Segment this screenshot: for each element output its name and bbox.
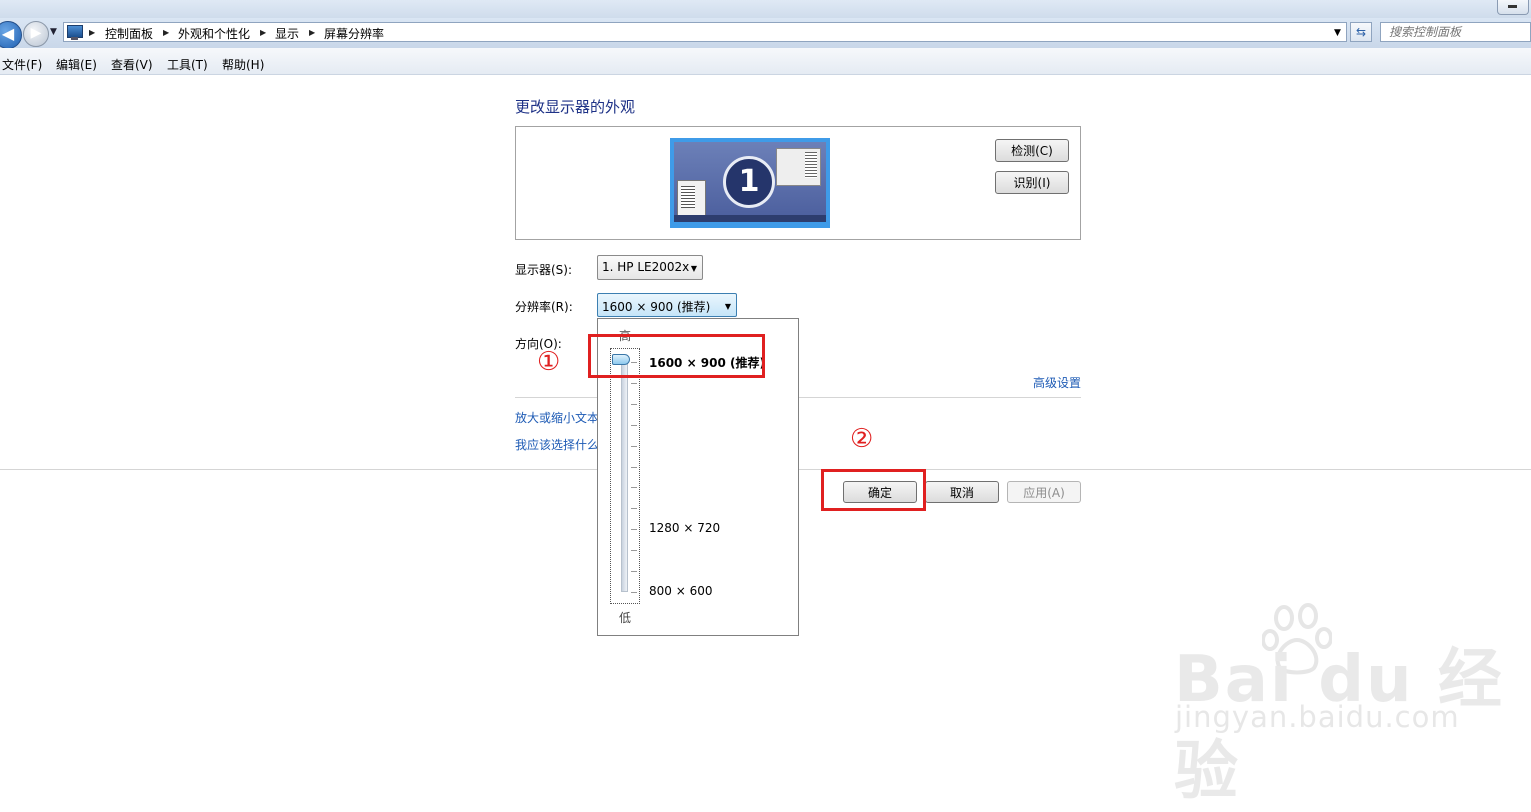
window-thumbnail-icon <box>776 148 821 186</box>
breadcrumb-arrow-icon[interactable]: ▶ <box>309 28 315 37</box>
cancel-button[interactable]: 取消 <box>925 481 999 503</box>
slider-tick <box>631 571 637 573</box>
refresh-icon: ⇆ <box>1355 25 1367 39</box>
identify-button[interactable]: 识别(I) <box>995 171 1069 194</box>
forward-button[interactable]: ▶ <box>23 21 49 47</box>
apply-button[interactable]: 应用(A) <box>1007 481 1081 503</box>
slider-tick <box>631 508 637 510</box>
which-settings-link[interactable]: 我应该选择什么 <box>515 436 599 453</box>
chevron-down-icon: ▼ <box>690 264 697 273</box>
breadcrumb-arrow-icon[interactable]: ▶ <box>163 28 169 37</box>
advanced-settings-link[interactable]: 高级设置 <box>1033 374 1081 391</box>
slider-tick <box>631 424 637 426</box>
breadcrumb-screen-resolution[interactable]: 屏幕分辨率 <box>324 25 384 42</box>
slider-tick <box>631 466 637 468</box>
slider-tick <box>631 592 637 593</box>
restore-icon <box>1508 5 1517 8</box>
step-1-marker: ① <box>537 347 561 377</box>
step-2-marker: ② <box>850 424 874 454</box>
back-arrow-icon: ◀ <box>1 24 15 43</box>
display-select[interactable]: 1. HP LE2002x ▼ <box>597 255 703 280</box>
highlight-box-step2 <box>821 469 926 511</box>
display-label: 显示器(S): <box>515 263 573 277</box>
slider-tick <box>631 550 637 552</box>
resolution-slider-track[interactable] <box>621 360 628 592</box>
text-size-link[interactable]: 放大或缩小文本 <box>515 409 599 426</box>
recent-pages-chevron-down-icon[interactable]: ▼ <box>50 27 57 37</box>
restore-window-button[interactable] <box>1497 0 1529 15</box>
slider-low-label: 低 <box>619 611 632 625</box>
resolution-select[interactable]: 1600 × 900 (推荐) ▼ <box>597 293 737 317</box>
detect-button[interactable]: 检测(C) <box>995 139 1069 162</box>
slider-tick <box>631 403 637 405</box>
menu-file[interactable]: 文件(F) <box>2 56 42 73</box>
chevron-down-icon: ▼ <box>724 302 731 311</box>
address-history-chevron-down-icon[interactable]: ▼ <box>1334 28 1341 38</box>
slider-tick <box>631 445 637 447</box>
resolution-select-value: 1600 × 900 (推荐) <box>602 300 711 314</box>
slider-tick <box>631 382 637 384</box>
monitor-number-badge: 1 <box>723 156 775 208</box>
refresh-button[interactable]: ⇆ <box>1350 22 1372 42</box>
slider-tick <box>631 487 637 489</box>
control-panel-icon <box>67 25 83 40</box>
search-input[interactable] <box>1380 22 1531 42</box>
breadcrumb-appearance[interactable]: 外观和个性化 <box>178 25 250 42</box>
window-top-strip <box>0 0 1531 18</box>
menu-help[interactable]: 帮助(H) <box>222 56 264 73</box>
watermark-url: jingyan.baidu.com <box>1175 700 1460 734</box>
resolution-label: 分辨率(R): <box>515 300 573 314</box>
highlight-box-step1 <box>588 334 765 378</box>
address-bar[interactable] <box>63 22 1347 42</box>
window-thumbnail-icon <box>677 180 706 216</box>
page-title: 更改显示器的外观 <box>515 98 636 116</box>
breadcrumb-display[interactable]: 显示 <box>275 25 299 42</box>
resolution-option-1280[interactable]: 1280 × 720 <box>649 521 720 535</box>
menu-edit[interactable]: 编辑(E) <box>56 56 97 73</box>
breadcrumb-control-panel[interactable]: 控制面板 <box>105 25 153 42</box>
resolution-option-800[interactable]: 800 × 600 <box>649 584 713 598</box>
forward-arrow-icon: ▶ <box>30 25 42 41</box>
monitor-taskbar <box>674 215 826 222</box>
menu-view[interactable]: 查看(V) <box>111 56 153 73</box>
breadcrumb-arrow-icon[interactable]: ▶ <box>260 28 266 37</box>
breadcrumb-arrow-icon[interactable]: ▶ <box>89 28 95 37</box>
display-select-value: 1. HP LE2002x <box>602 260 690 274</box>
menu-tools[interactable]: 工具(T) <box>167 56 208 73</box>
slider-tick <box>631 529 637 531</box>
